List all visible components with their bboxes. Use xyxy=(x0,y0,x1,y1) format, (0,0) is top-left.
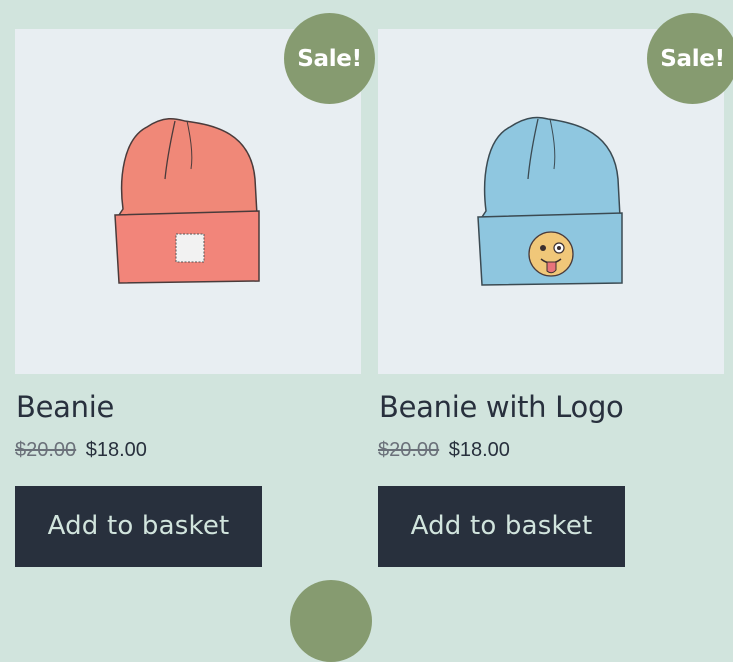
product-price: $20.00 $18.00 xyxy=(15,439,361,462)
sale-badge: Sale! xyxy=(284,13,375,104)
product-price: $20.00 $18.00 xyxy=(378,439,724,462)
add-to-basket-button[interactable]: Add to basket xyxy=(15,485,262,567)
product-image-link[interactable]: Sale! xyxy=(15,13,375,374)
old-price: $20.00 xyxy=(378,438,440,461)
current-price: $18.00 xyxy=(448,438,510,461)
product-card-beanie: Sale! Beanie $20.00 $18.00 Add to basket xyxy=(15,13,375,567)
product-title[interactable]: Beanie xyxy=(16,391,361,424)
sale-badge: Sale! xyxy=(647,13,733,104)
next-sale-badge-partial xyxy=(290,580,372,662)
product-title[interactable]: Beanie with Logo xyxy=(379,391,724,424)
add-to-basket-button[interactable]: Add to basket xyxy=(378,485,625,567)
product-image-link[interactable]: Sale! xyxy=(378,13,733,374)
current-price: $18.00 xyxy=(85,438,147,461)
old-price: $20.00 xyxy=(15,438,77,461)
product-card-beanie-with-logo: Sale! Beanie with Logo $20.00 $18.00 Add… xyxy=(378,13,733,567)
